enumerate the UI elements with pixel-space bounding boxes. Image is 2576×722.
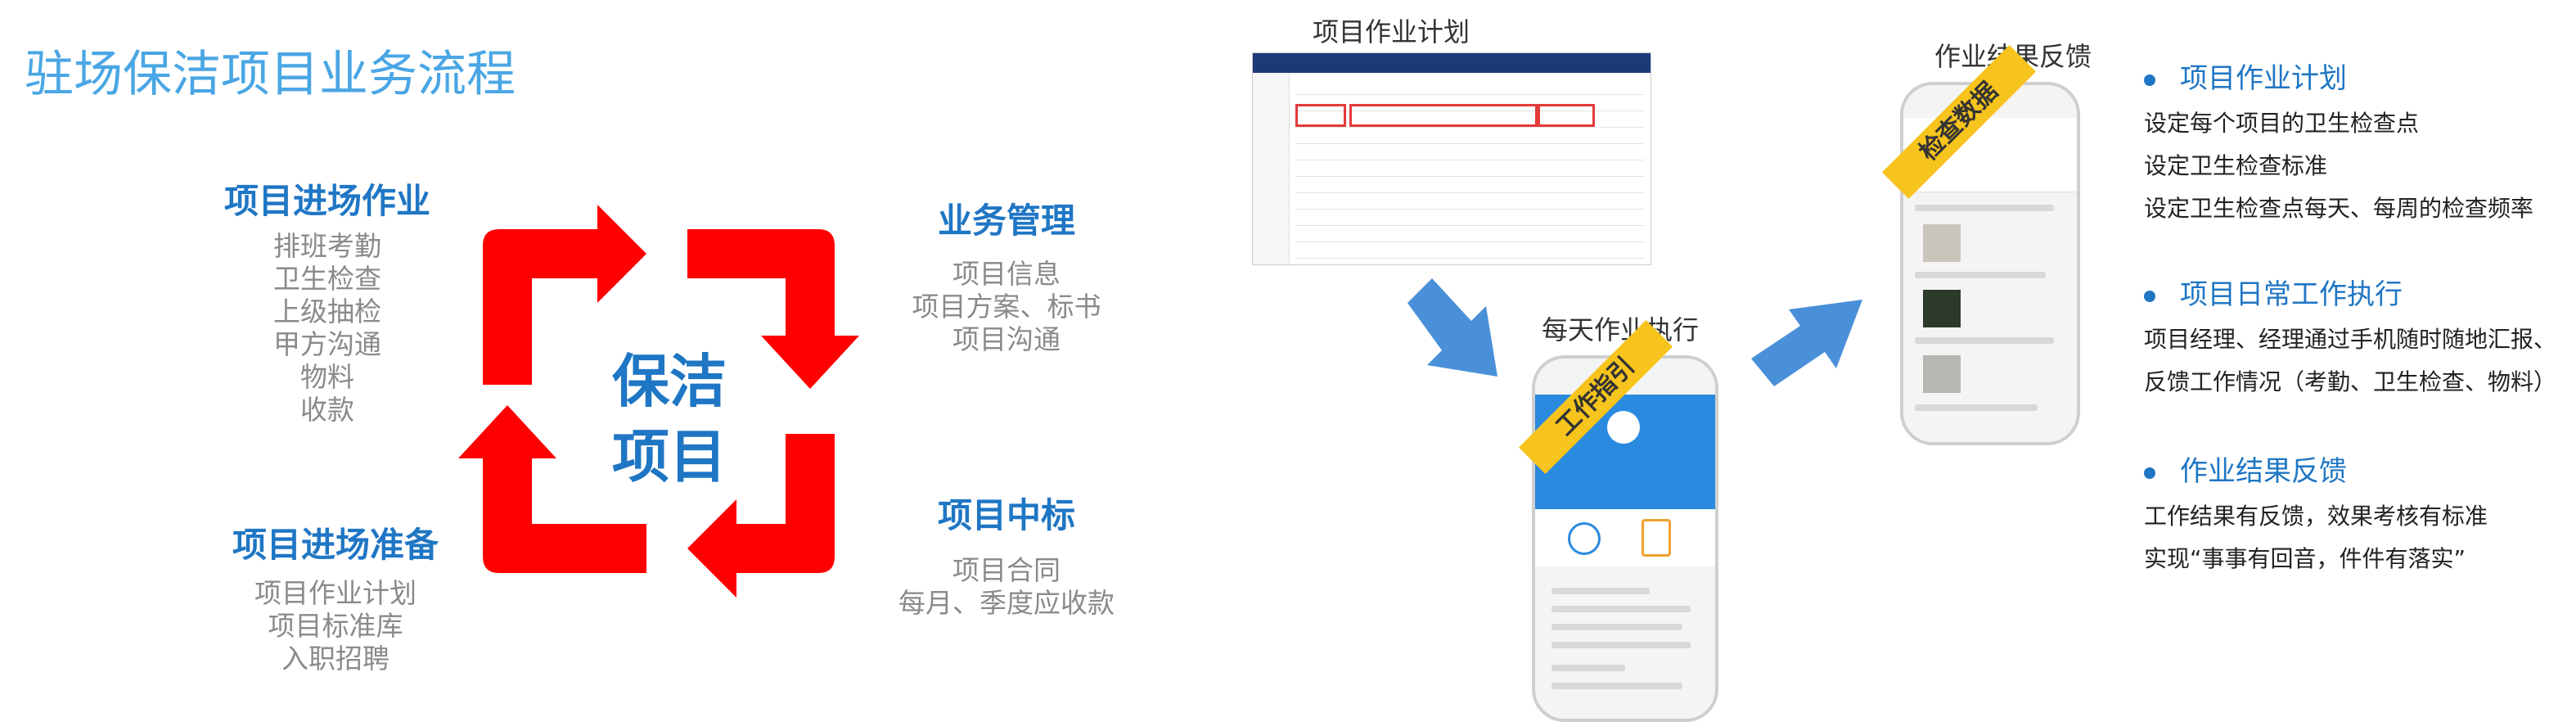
document-icon xyxy=(1642,519,1671,557)
quadrant-bottom-right: 项目中标 项目合同 每月、季度应收款 xyxy=(884,488,1129,620)
bullet-title: 项目日常工作执行 xyxy=(2180,278,2403,311)
cycle-center-line1: 保洁 xyxy=(612,348,727,415)
list-item: 项目合同 xyxy=(952,554,1061,586)
bullet-section-daily: 项目日常工作执行 项目经理、经理通过手机随时随地汇报、 反馈工作情况（考勤、卫生… xyxy=(2144,272,2556,404)
text-line xyxy=(1551,624,1682,630)
flow-arrow-daily-to-feedback xyxy=(1751,300,1862,386)
table-row xyxy=(1295,233,1644,242)
plan-label: 项目作业计划 xyxy=(1312,16,1470,47)
quadrant-title: 项目进场准备 xyxy=(232,525,439,565)
bullet-title: 项目作业计划 xyxy=(2180,62,2347,95)
quadrant-title: 业务管理 xyxy=(937,201,1075,241)
table-row xyxy=(1295,151,1644,160)
text-line xyxy=(1915,205,2054,211)
photo-thumbnail xyxy=(1923,224,1961,262)
table-row xyxy=(1295,250,1644,259)
list-item: 上级抽检 xyxy=(273,296,381,327)
bullet-dot xyxy=(2144,74,2155,86)
table-row xyxy=(1295,135,1644,144)
bullet-line: 设定卫生检查标准 xyxy=(2144,152,2328,179)
table-row xyxy=(1295,184,1644,193)
table-row xyxy=(1295,201,1644,210)
text-line xyxy=(1915,337,2054,344)
flow-arrow-plan-to-daily xyxy=(1407,278,1497,377)
quadrant-title: 项目进场作业 xyxy=(223,181,430,221)
text-line xyxy=(1551,588,1650,594)
photo-thumbnail xyxy=(1923,290,1961,327)
table-row xyxy=(1295,217,1644,226)
list-item: 项目标准库 xyxy=(268,610,403,642)
list-item: 项目作业计划 xyxy=(254,577,417,609)
highlight-box xyxy=(1538,104,1595,127)
text-line xyxy=(1915,404,2038,411)
bullet-line: 反馈工作情况（考勤、卫生检查、物料） xyxy=(2144,368,2557,395)
bullet-title: 作业结果反馈 xyxy=(2180,455,2347,488)
text-line xyxy=(1551,642,1691,648)
list-item: 每月、季度应收款 xyxy=(898,587,1115,619)
text-line xyxy=(1551,665,1625,671)
quadrant-title: 项目中标 xyxy=(937,495,1075,535)
table-row xyxy=(1295,86,1644,95)
bullet-line: 工作结果有反馈，效果考核有标准 xyxy=(2144,503,2488,530)
app-sidebar xyxy=(1253,73,1290,264)
list-item: 入职招聘 xyxy=(281,643,390,675)
avatar xyxy=(1607,411,1640,444)
list-item: 项目沟通 xyxy=(952,323,1061,355)
list-item: 甲方沟通 xyxy=(273,328,381,360)
bullet-line: 设定卫生检查点每天、每周的检查频率 xyxy=(2144,195,2534,222)
bullet-dot xyxy=(2144,290,2155,302)
list-item: 卫生检查 xyxy=(273,263,381,295)
bullet-section-feedback: 作业结果反馈 工作结果有反馈，效果考核有标准 实现“事事有回音，件件有落实” xyxy=(2144,449,2488,580)
cycle-center-label: 保洁 项目 xyxy=(588,344,751,494)
app-header-bar xyxy=(1253,53,1651,73)
list-item: 排班考勤 xyxy=(273,230,381,262)
quadrant-top-left: 项目进场作业 排班考勤 卫生检查 上级抽检 甲方沟通 物料 收款 xyxy=(205,174,450,426)
highlight-box xyxy=(1349,104,1538,127)
daily-label: 每天作业执行 xyxy=(1541,314,1699,345)
text-line xyxy=(1915,272,2046,278)
bullet-section-plan: 项目作业计划 设定每个项目的卫生检查点 设定卫生检查标准 设定卫生检查点每天、每… xyxy=(2144,56,2533,230)
photo-thumbnail xyxy=(1923,355,1961,393)
quadrant-bottom-left: 项目进场准备 项目作业计划 项目标准库 入职招聘 xyxy=(205,517,466,675)
cycle-center-line2: 项目 xyxy=(612,423,727,490)
list-item: 项目信息 xyxy=(952,258,1061,290)
bullet-line: 实现“事事有回音，件件有落实” xyxy=(2144,545,2466,572)
plan-screenshot xyxy=(1252,52,1651,265)
text-line xyxy=(1551,683,1682,689)
text-line xyxy=(1551,606,1691,612)
list-item: 收款 xyxy=(300,394,354,426)
app-shortcuts xyxy=(1535,509,1715,566)
bullet-line: 项目经理、经理通过手机随时随地汇报、 xyxy=(2144,326,2557,353)
search-icon xyxy=(1568,522,1601,555)
highlight-box xyxy=(1295,104,1346,127)
table-row xyxy=(1295,168,1644,177)
quadrant-top-right: 业务管理 项目信息 项目方案、标书 项目沟通 xyxy=(884,193,1129,356)
list-item: 项目方案、标书 xyxy=(912,291,1101,323)
list-item: 物料 xyxy=(300,361,354,393)
page-title: 驻场保洁项目业务流程 xyxy=(25,46,516,103)
bullet-line: 设定每个项目的卫生检查点 xyxy=(2144,110,2420,137)
bullet-dot xyxy=(2144,467,2155,479)
